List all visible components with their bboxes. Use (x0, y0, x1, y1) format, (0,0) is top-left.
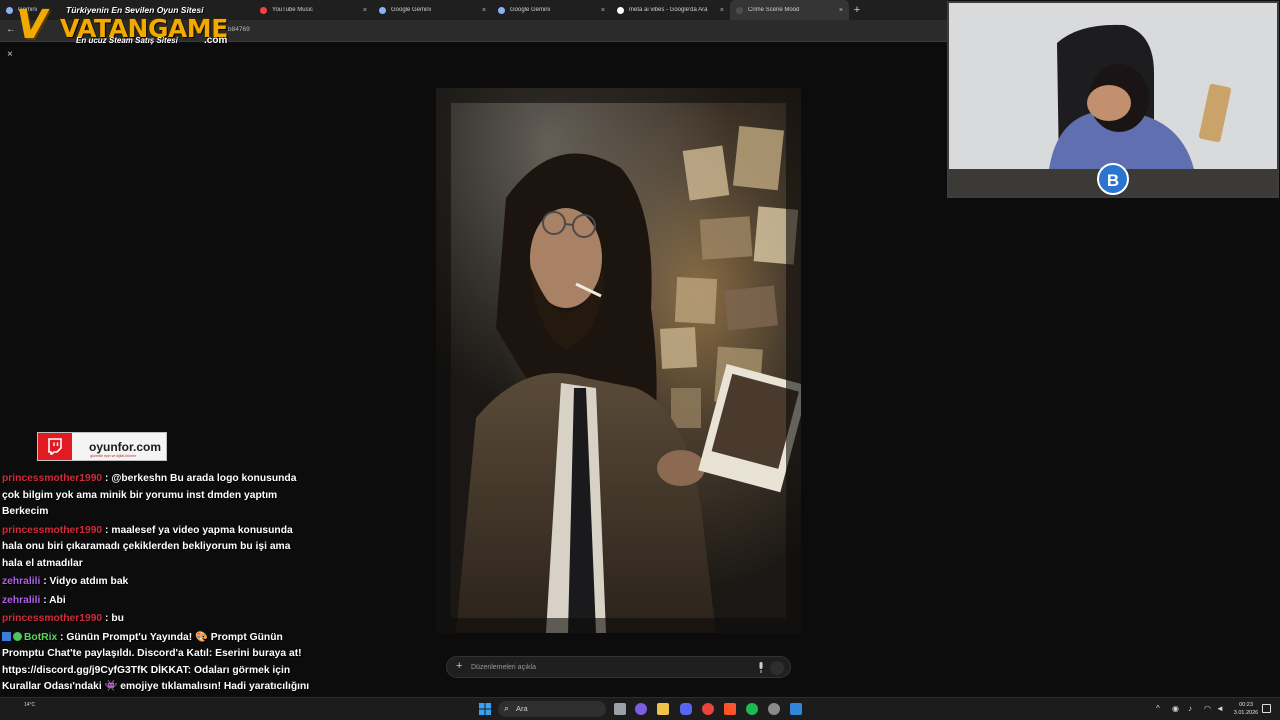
chat-username: princessmother1990 (2, 524, 103, 536)
detective-portrait-image (436, 88, 801, 633)
chat-text: : bu (102, 613, 124, 624)
notification-icon[interactable] (1262, 704, 1271, 713)
windows-start-icon[interactable] (479, 703, 491, 715)
tab-title: Crime Scene Mood (748, 7, 800, 13)
taskbar-search[interactable]: ⌕ Ara (498, 701, 606, 717)
voice-mode-icon[interactable] (770, 661, 784, 675)
chat-message: princessmother1990 : @berkeshn Bu arada … (0, 471, 310, 521)
search-icon: ⌕ (504, 703, 510, 713)
gemini-icon (379, 6, 386, 14)
vatangame-suffix: .com (204, 35, 228, 46)
tray-overflow-icon[interactable]: ^ (1156, 704, 1160, 713)
tab-close-icon[interactable]: × (601, 7, 605, 14)
taskbar-clock[interactable]: 00:23 3.01.2026 (1228, 701, 1264, 717)
chat-message: zehralili : Vidyo atdım bak (0, 574, 318, 591)
discord-icon[interactable] (680, 703, 692, 715)
oyunfor-subtitle: güvenilir epin ve dijital ürünler (90, 454, 137, 458)
tab-title: YouTube Music (272, 7, 313, 13)
search-label: Ara (516, 704, 528, 713)
streamer-webcam-image: B (949, 3, 1277, 196)
tab-title: meta ai vibes - Google'da Ara (629, 7, 708, 13)
prompt-placeholder[interactable]: Düzenlemeleri açıkla (471, 664, 536, 671)
chat-message: princessmother1990 : maalesef ya video y… (0, 523, 310, 573)
youtube-music-icon (260, 6, 267, 14)
chat-username: zehralili (2, 594, 41, 606)
twitch-icon (38, 433, 72, 460)
add-icon[interactable]: + (456, 660, 462, 672)
generated-image[interactable] (436, 88, 801, 633)
tab-close-icon[interactable]: × (482, 7, 486, 14)
chrome-icon[interactable] (702, 703, 714, 715)
chat-message: princessmother1990 : bu (0, 611, 318, 628)
browser-tab[interactable]: Google Gemini × (373, 0, 492, 20)
browser-tab-active[interactable]: Crime Scene Mood × (730, 0, 849, 20)
app-icon[interactable] (790, 703, 802, 715)
wifi-icon[interactable]: ◠ (1204, 704, 1211, 713)
gemini-icon (6, 6, 13, 14)
tab-close-icon[interactable]: × (363, 7, 367, 14)
weather-label[interactable]: 14°C (24, 702, 35, 708)
brave-icon[interactable] (724, 703, 736, 715)
browser-tab[interactable]: meta ai vibes - Google'da Ara × (611, 0, 730, 20)
settings-gear-icon[interactable] (768, 703, 780, 715)
bot-badge-icon (2, 631, 11, 641)
task-view-icon[interactable] (614, 703, 626, 715)
chat-message: zehralili : Abi (0, 593, 318, 610)
page-icon (736, 6, 743, 14)
vatangame-v-mark: V (11, 2, 52, 48)
chat-text: : Abi (40, 594, 66, 606)
gemini-icon (498, 6, 505, 14)
verified-badge-icon (13, 631, 22, 641)
screen: Gemini × YouTube Music × Google Gemini ×… (0, 0, 1280, 720)
network-icon[interactable]: ◉ (1172, 704, 1179, 713)
clock-time: 00:23 (1239, 702, 1253, 708)
clock-date: 3.01.2026 (1233, 710, 1259, 716)
microphone-icon[interactable]: ♪ (1188, 704, 1192, 713)
copilot-icon[interactable] (635, 703, 647, 715)
chat-username: zehralili (2, 576, 41, 587)
spotify-icon[interactable] (746, 703, 758, 715)
new-tab-button[interactable]: + (849, 4, 865, 16)
tab-title: Google Gemini (391, 7, 432, 13)
svg-text:B: B (1107, 171, 1119, 190)
oyunfor-brand: oyunfor.com (89, 440, 162, 454)
vatangame-logo: V Türkiyenin En Sevilen Oyun Sitesi VATA… (11, 2, 239, 48)
chat-overlay: princessmother1990 : @berkeshn Bu arada … (0, 471, 318, 711)
close-panel-icon[interactable]: × (7, 49, 13, 60)
tab-close-icon[interactable]: × (839, 7, 843, 14)
browser-tab[interactable]: Google Gemini × (492, 0, 611, 20)
windows-taskbar: ⌕ Ara ^ ◉ ♪ ◠ ◄ 00:23 3.01.2026 14°C (0, 697, 1280, 720)
oyunfor-banner: oyunfor.com güvenilir epin ve dijital ür… (37, 432, 167, 461)
microphone-icon[interactable] (758, 662, 764, 673)
tab-title: Google Gemini (510, 7, 551, 13)
chat-text: : Vidyo atdım bak (40, 576, 129, 587)
volume-icon[interactable]: ◄ (1216, 704, 1224, 713)
vatangame-subline: En ucuz Steam Satış Sitesi (76, 36, 178, 45)
chat-username: BotRix (24, 631, 58, 643)
prompt-input-bar[interactable]: + Düzenlemeleri açıkla (446, 656, 791, 678)
browser-tab[interactable]: YouTube Music × (254, 0, 373, 20)
chat-username: princessmother1990 (2, 613, 103, 624)
chat-username: princessmother1990 (2, 473, 103, 484)
google-search-icon (617, 6, 624, 14)
file-explorer-icon[interactable] (657, 703, 669, 715)
webcam-feed: B (947, 1, 1279, 198)
tab-close-icon[interactable]: × (720, 7, 724, 14)
